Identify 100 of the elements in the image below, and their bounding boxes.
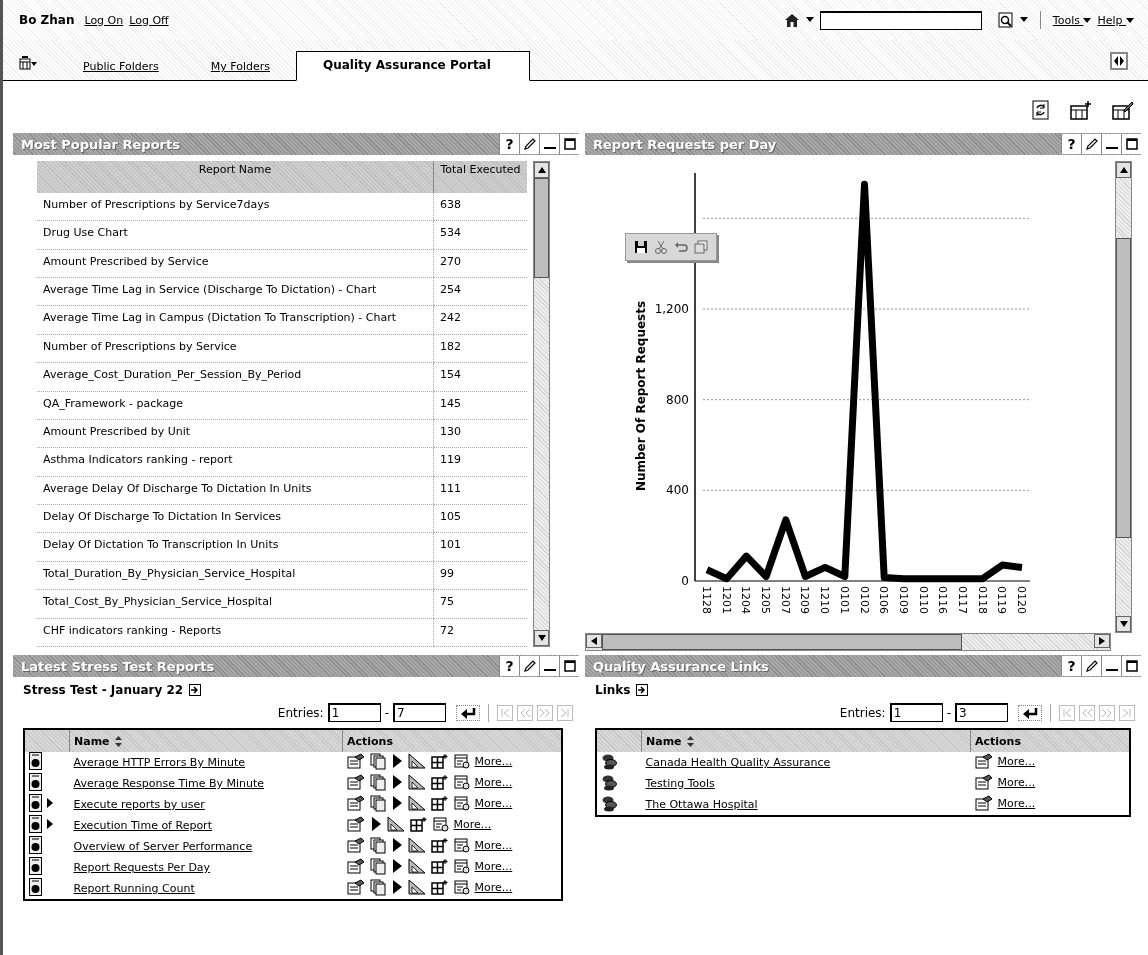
edit-page-icon[interactable] (1112, 100, 1134, 120)
more-link[interactable]: More... (474, 754, 513, 768)
header-link[interactable]: Log On (84, 13, 124, 27)
document-icon[interactable] (346, 837, 365, 854)
undo-icon[interactable] (674, 240, 688, 254)
tab[interactable]: Public Folders (57, 54, 185, 81)
more-link[interactable]: More... (474, 796, 513, 810)
document-icon[interactable] (974, 795, 993, 811)
menu-button[interactable]: Help (1097, 13, 1134, 27)
expand-icon[interactable] (189, 684, 202, 696)
document-icon[interactable] (346, 879, 365, 896)
scrollbar[interactable] (1115, 161, 1132, 633)
calendar-icon[interactable] (453, 858, 470, 875)
scroll-thumb[interactable] (1116, 238, 1131, 538)
save-icon[interactable] (634, 240, 648, 254)
entries-from-field[interactable]: 1 (327, 703, 381, 722)
pages-icon[interactable] (369, 857, 386, 875)
more-link[interactable]: More... (997, 754, 1036, 768)
grid-icon[interactable] (430, 753, 449, 770)
report-link[interactable]: Average Response Time By Minute (73, 777, 265, 790)
maximize-button[interactable] (559, 656, 579, 676)
url-link[interactable]: The Ottawa Hospital (645, 798, 758, 811)
refresh-icon[interactable] (1032, 100, 1050, 120)
expand-icon[interactable] (636, 684, 649, 696)
home-icon[interactable] (783, 12, 800, 28)
document-icon[interactable] (346, 774, 365, 791)
enter-button[interactable] (456, 704, 480, 721)
search-field[interactable] (819, 10, 982, 30)
more-link[interactable]: More... (997, 775, 1036, 789)
edit-button[interactable] (519, 656, 539, 676)
scroll-up-icon[interactable] (537, 167, 546, 173)
more-link[interactable]: More... (474, 838, 513, 852)
play-icon[interactable] (390, 879, 403, 896)
report-link[interactable]: Report Running Count (73, 882, 195, 895)
play-icon[interactable] (390, 858, 403, 875)
document-icon[interactable] (974, 774, 993, 790)
scrollbar[interactable] (533, 161, 550, 647)
tab-scroll-icon[interactable] (1110, 52, 1128, 70)
more-link[interactable]: More... (474, 859, 513, 873)
play-icon[interactable] (390, 774, 403, 791)
play-icon[interactable] (390, 753, 403, 770)
document-icon[interactable] (346, 816, 365, 832)
pages-icon[interactable] (369, 773, 386, 791)
grid-icon[interactable] (430, 858, 449, 875)
column-header[interactable]: Name (74, 734, 110, 748)
search-icon[interactable] (997, 12, 1014, 28)
portal-menu-icon[interactable] (19, 56, 37, 70)
play-icon[interactable] (390, 837, 403, 854)
scroll-thumb[interactable] (602, 634, 962, 650)
more-link[interactable]: More... (997, 796, 1036, 810)
edit-button[interactable] (519, 134, 539, 154)
calendar-icon[interactable] (453, 753, 470, 770)
pages-icon[interactable] (369, 794, 386, 812)
calendar-icon[interactable] (453, 774, 470, 791)
document-icon[interactable] (346, 753, 365, 770)
add-portlet-icon[interactable] (1070, 100, 1092, 120)
calendar-icon[interactable] (453, 879, 470, 896)
play-icon[interactable] (390, 795, 403, 812)
report-link[interactable]: Execution Time of Report (73, 819, 212, 832)
report-link[interactable]: Execute reports by user (73, 798, 205, 811)
scroll-up-icon[interactable] (1119, 167, 1128, 173)
maximize-button[interactable] (1121, 134, 1141, 154)
document-icon[interactable] (974, 753, 993, 769)
entries-from-field[interactable]: 1 (889, 703, 943, 722)
cut-icon[interactable] (654, 240, 668, 254)
minimize-button[interactable] (1101, 656, 1121, 676)
scroll-left-icon[interactable] (591, 637, 597, 645)
edit-button[interactable] (1081, 656, 1101, 676)
menu-button[interactable]: Tools (1052, 13, 1092, 27)
more-link[interactable]: More... (474, 880, 513, 894)
url-link[interactable]: Canada Health Quality Assurance (645, 756, 831, 769)
play-icon[interactable] (369, 816, 382, 832)
grid-icon[interactable] (430, 795, 449, 812)
minimize-button[interactable] (539, 656, 559, 676)
scroll-thumb[interactable] (534, 178, 549, 278)
caret-icon[interactable] (1019, 17, 1028, 23)
sort-icon[interactable] (113, 735, 123, 747)
document-icon[interactable] (346, 858, 365, 875)
document-icon[interactable] (346, 795, 365, 812)
maximize-button[interactable] (559, 134, 579, 154)
grid-icon[interactable] (430, 837, 449, 854)
more-link[interactable]: More... (474, 775, 513, 789)
report-link[interactable]: Report Requests Per Day (73, 861, 211, 874)
pages-icon[interactable] (369, 752, 386, 770)
column-header[interactable]: Name (646, 734, 682, 748)
grid-icon[interactable] (430, 879, 449, 896)
maximize-button[interactable] (1121, 656, 1141, 676)
pages-icon[interactable] (369, 836, 386, 854)
grid-icon[interactable] (409, 816, 428, 832)
scroll-down-icon[interactable] (1119, 621, 1128, 627)
header-link[interactable]: Log Off (129, 13, 169, 27)
enter-button[interactable] (1018, 704, 1042, 721)
url-link[interactable]: Testing Tools (645, 777, 715, 790)
calendar-icon[interactable] (453, 837, 470, 854)
more-link[interactable]: More... (453, 817, 492, 831)
grid-icon[interactable] (430, 774, 449, 791)
minimize-button[interactable] (539, 134, 559, 154)
edit-button[interactable] (1081, 134, 1101, 154)
report-link[interactable]: Overview of Server Performance (73, 840, 253, 853)
tab[interactable]: My Folders (184, 54, 296, 81)
